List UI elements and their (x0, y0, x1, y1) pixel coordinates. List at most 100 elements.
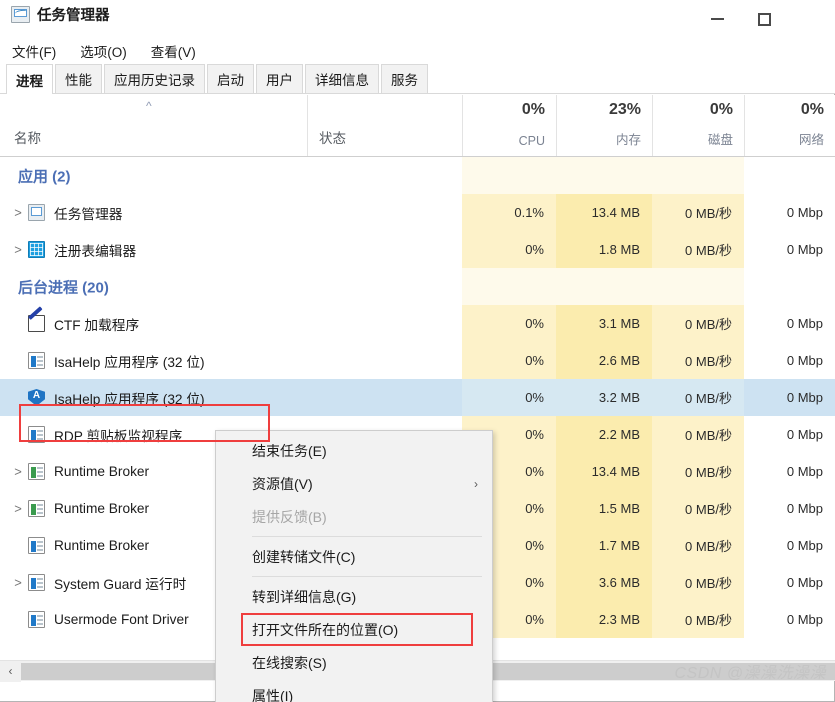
registry-editor-icon (28, 241, 45, 258)
scroll-left-arrow-icon[interactable]: ‹ (0, 661, 21, 682)
process-cell-disk: 0 MB/秒 (652, 490, 744, 527)
tab-details[interactable]: 详细信息 (305, 64, 379, 93)
process-name-label: 任务管理器 (54, 203, 122, 223)
memory-total-percent: 23% (609, 101, 641, 119)
submenu-chevron-icon: › (474, 477, 478, 491)
expand-chevron-icon[interactable]: > (0, 205, 28, 220)
process-cell-disk: 0 MB/秒 (652, 527, 744, 564)
process-name-cell[interactable]: > 任务管理器 (0, 194, 462, 231)
process-cell-network: 0 Mbp (744, 601, 835, 638)
process-cell-network: 0 Mbp (744, 305, 835, 342)
process-cell-memory: 1.5 MB (556, 490, 652, 527)
context-menu-item-label: 打开文件所在的位置(O) (252, 620, 398, 640)
process-cell-disk: 0 MB/秒 (652, 342, 744, 379)
expand-chevron-icon[interactable]: > (0, 575, 28, 590)
menu-file[interactable]: 文件(F) (12, 41, 56, 61)
process-cell-disk: 0 MB/秒 (652, 564, 744, 601)
column-header-network[interactable]: 0% 网络 (744, 95, 835, 156)
process-cell-network: 0 Mbp (744, 564, 835, 601)
column-header-network-label: 网络 (799, 129, 824, 148)
process-cell-disk: 0 MB/秒 (652, 601, 744, 638)
context-menu-item-label: 提供反馈(B) (252, 507, 327, 527)
maximize-button[interactable] (741, 0, 788, 38)
process-group-header[interactable]: 应用 (2) (0, 157, 835, 194)
tab-processes[interactable]: 进程 (6, 64, 53, 94)
column-header-name[interactable]: ^ 名称 (0, 95, 307, 156)
process-row[interactable]: IsaHelp 应用程序 (32 位)0%2.6 MB0 MB/秒0 Mbp (0, 342, 835, 379)
shield-icon (28, 389, 45, 406)
process-name-label: CTF 加载程序 (54, 314, 139, 334)
expand-chevron-icon[interactable]: > (0, 242, 28, 257)
process-name-cell[interactable]: IsaHelp 应用程序 (32 位) (0, 342, 462, 379)
process-group-label: 后台进程 (20) (18, 276, 109, 297)
maximize-icon (758, 13, 771, 26)
column-header-cpu[interactable]: 0% CPU (462, 95, 556, 156)
menu-options[interactable]: 选项(O) (80, 41, 127, 61)
close-button[interactable] (788, 0, 835, 38)
context-menu-item[interactable]: 在线搜索(S) (216, 646, 492, 679)
context-menu-item-label: 创建转储文件(C) (252, 547, 355, 567)
watermark: CSDN @澡澡洗澡澡 (674, 659, 826, 683)
task-manager-icon (28, 204, 45, 221)
process-cell-disk: 0 MB/秒 (652, 379, 744, 416)
group-cell-disk (652, 157, 744, 194)
minimize-button[interactable] (694, 0, 741, 38)
column-header-memory[interactable]: 23% 内存 (556, 95, 652, 156)
context-menu-item-label: 在线搜索(S) (252, 653, 327, 673)
process-cell-disk: 0 MB/秒 (652, 453, 744, 490)
process-name-cell[interactable]: > 注册表编辑器 (0, 231, 462, 268)
process-group-label: 应用 (2) (18, 165, 71, 186)
process-name-label: 注册表编辑器 (54, 240, 136, 260)
context-menu-item[interactable]: 转到详细信息(G) (216, 580, 492, 613)
window-icon (28, 352, 45, 369)
process-name-label: IsaHelp 应用程序 (32 位) (54, 388, 205, 408)
column-header-name-label: 名称 (14, 127, 41, 147)
column-header-cpu-label: CPU (519, 134, 545, 148)
tab-users[interactable]: 用户 (256, 64, 303, 93)
tab-performance[interactable]: 性能 (55, 64, 102, 93)
cpu-total-percent: 0% (522, 101, 545, 119)
process-cell-memory: 1.8 MB (556, 231, 652, 268)
process-row[interactable]: >注册表编辑器0%1.8 MB0 MB/秒0 Mbp (0, 231, 835, 268)
context-menu-item[interactable]: 属性(I) (216, 679, 492, 702)
window-controls (694, 0, 835, 38)
window-title: 任务管理器 (37, 4, 110, 25)
context-menu-item[interactable]: 资源值(V)› (216, 467, 492, 500)
process-name-cell[interactable]: CTF 加载程序 (0, 305, 462, 342)
process-cell-network: 0 Mbp (744, 342, 835, 379)
process-row[interactable]: CTF 加载程序0%3.1 MB0 MB/秒0 Mbp (0, 305, 835, 342)
tab-startup[interactable]: 启动 (207, 64, 254, 93)
context-menu-item[interactable]: 结束任务(E) (216, 434, 492, 467)
window-green-icon (28, 463, 45, 480)
context-menu-separator (252, 536, 482, 537)
group-cell-network (744, 268, 835, 305)
expand-chevron-icon[interactable]: > (0, 464, 28, 479)
disk-total-percent: 0% (710, 101, 733, 119)
process-name-label: System Guard 运行时 (54, 573, 186, 593)
context-menu-item[interactable]: 打开文件所在的位置(O) (216, 613, 492, 646)
column-header-disk-label: 磁盘 (708, 129, 733, 148)
task-manager-icon (11, 6, 30, 23)
group-cell-memory (556, 157, 652, 194)
window-icon (28, 574, 45, 591)
tab-services[interactable]: 服务 (381, 64, 428, 93)
process-cell-cpu: 0% (462, 305, 556, 342)
process-row[interactable]: >任务管理器0.1%13.4 MB0 MB/秒0 Mbp (0, 194, 835, 231)
expand-chevron-icon[interactable]: > (0, 501, 28, 516)
task-manager-window: 任务管理器 文件(F) 选项(O) 查看(V) 进程 性能 应用历史记录 启动 … (0, 0, 835, 702)
process-row[interactable]: IsaHelp 应用程序 (32 位)0%3.2 MB0 MB/秒0 Mbp (0, 379, 835, 416)
context-menu-item[interactable]: 创建转储文件(C) (216, 540, 492, 573)
process-cell-cpu: 0% (462, 231, 556, 268)
process-cell-network: 0 Mbp (744, 416, 835, 453)
column-header-status[interactable]: 状态 (307, 95, 462, 156)
process-cell-network: 0 Mbp (744, 490, 835, 527)
process-group-header[interactable]: 后台进程 (20) (0, 268, 835, 305)
process-name-cell[interactable]: IsaHelp 应用程序 (32 位) (0, 379, 462, 416)
context-menu-item-label: 属性(I) (252, 686, 293, 702)
process-cell-memory: 13.4 MB (556, 194, 652, 231)
column-header-disk[interactable]: 0% 磁盘 (652, 95, 744, 156)
process-context-menu[interactable]: 结束任务(E)资源值(V)› 提供反馈(B) 创建转储文件(C) 转到详细信息(G) 打… (215, 430, 493, 702)
tab-app-history[interactable]: 应用历史记录 (104, 64, 205, 93)
title-bar-left: 任务管理器 (11, 4, 110, 25)
menu-view[interactable]: 查看(V) (151, 41, 196, 61)
